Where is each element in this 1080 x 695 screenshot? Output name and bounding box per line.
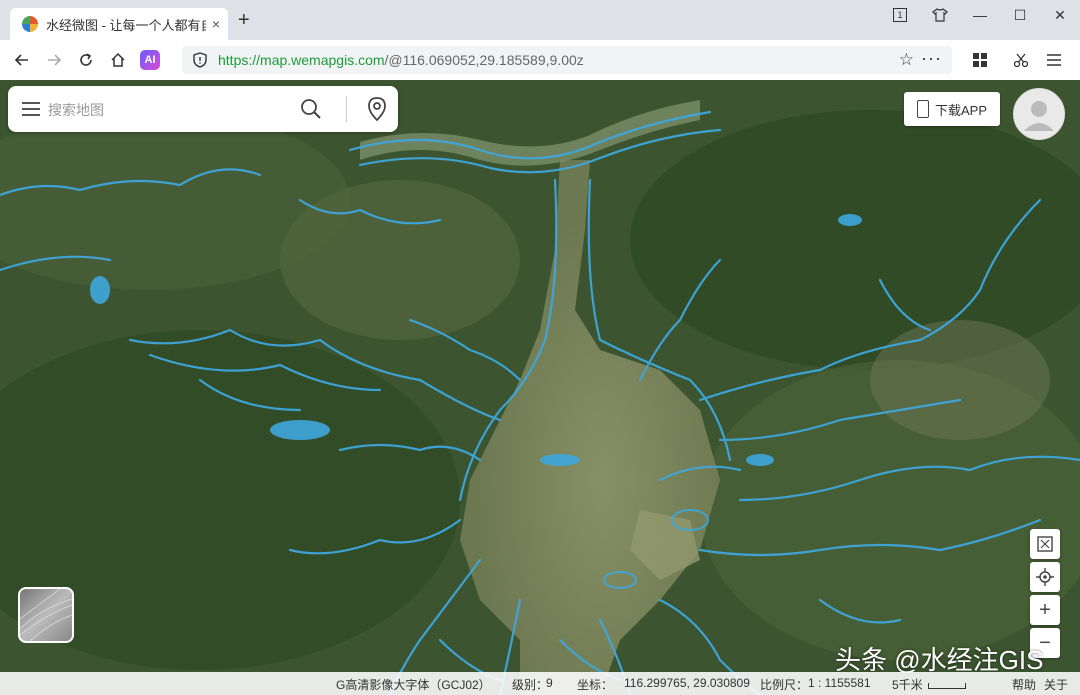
grid-icon — [973, 53, 987, 67]
level-value: 9 — [546, 676, 553, 690]
arrow-right-icon — [48, 54, 62, 66]
url-scheme: https:// — [218, 52, 261, 68]
location-pin-icon[interactable] — [364, 96, 390, 122]
home-button[interactable] — [106, 48, 130, 72]
scale-value: 1 : 1155581 — [808, 676, 871, 690]
search-divider — [346, 96, 347, 122]
tab-count: 1 — [893, 8, 907, 22]
shield-icon[interactable] — [192, 52, 208, 68]
arrow-left-icon — [14, 54, 28, 66]
download-app-button[interactable]: 下载APP — [904, 92, 1000, 126]
url-text[interactable]: https://map.wemapgis.com/@116.069052,29.… — [218, 52, 584, 68]
search-panel — [8, 86, 398, 132]
map-canvas[interactable] — [0, 80, 1080, 695]
menu-button[interactable] — [1042, 48, 1066, 72]
level-label: 级别： — [512, 678, 549, 692]
scissors-icon — [1013, 53, 1029, 68]
coord-label: 坐标： — [577, 678, 614, 692]
tab-title: 水经微图 - 让每一个人都有自 — [46, 17, 206, 33]
close-window-button[interactable]: ✕ — [1045, 4, 1075, 26]
browser-titlebar: 水经微图 - 让每一个人都有自 × + 1 — ☐ ✕ — [0, 0, 1080, 40]
extensions-button[interactable] — [968, 48, 992, 72]
layer-switcher-thumbnail[interactable] — [18, 587, 74, 643]
scale-label: 比例尺： — [760, 678, 809, 692]
shirt-icon — [932, 8, 948, 22]
help-link[interactable]: 帮助 — [1012, 676, 1036, 693]
back-button[interactable] — [10, 48, 34, 72]
locate-button[interactable] — [1030, 562, 1060, 592]
tab-close-icon[interactable]: × — [212, 16, 220, 32]
coord-value: 116.299765, 29.030809 — [624, 676, 750, 690]
scale-bar — [928, 683, 966, 689]
user-icon — [1024, 101, 1054, 131]
map-layer-icon — [20, 589, 72, 641]
browser-tab[interactable]: 水经微图 - 让每一个人都有自 × — [10, 8, 228, 40]
new-tab-button[interactable]: + — [238, 10, 250, 30]
user-avatar[interactable] — [1013, 88, 1065, 140]
search-input[interactable] — [46, 94, 290, 126]
phone-icon — [916, 100, 929, 118]
hamburger-icon — [1047, 54, 1061, 66]
forward-button[interactable] — [42, 48, 66, 72]
maximize-button[interactable]: ☐ — [1005, 4, 1035, 26]
satellite-imagery — [0, 80, 1080, 695]
bookmark-star-icon[interactable]: ☆ — [899, 50, 914, 70]
reload-button[interactable] — [74, 48, 98, 72]
layer-name: G高清影像大字体（GCJ02） — [336, 678, 491, 692]
site-favicon-icon — [22, 16, 38, 32]
screenshot-button[interactable] — [1009, 48, 1033, 72]
home-icon — [111, 52, 125, 67]
map-screenshot-button[interactable] — [1030, 529, 1060, 559]
about-link[interactable]: 关于 — [1044, 676, 1068, 693]
crosshair-icon — [1036, 568, 1054, 586]
download-app-label: 下载APP — [934, 102, 987, 118]
address-bar[interactable]: https://map.wemapgis.com/@116.069052,29.… — [182, 46, 952, 74]
minimize-button[interactable]: — — [965, 4, 995, 26]
url-host: map.wemapgis.com — [260, 52, 385, 68]
search-icon[interactable] — [300, 98, 322, 120]
ai-extension-button[interactable]: AI — [140, 50, 160, 70]
zoom-in-button[interactable]: + — [1030, 595, 1060, 625]
more-dots-icon[interactable]: ··· — [921, 48, 942, 69]
tab-count-button[interactable]: 1 — [885, 4, 915, 26]
map-statusbar: G高清影像大字体（GCJ02） 级别： 9 坐标： 116.299765, 29… — [0, 672, 1080, 695]
hamburger-menu-icon[interactable] — [22, 102, 40, 116]
reload-icon — [80, 53, 92, 66]
crop-icon — [1037, 536, 1053, 552]
scale-distance: 5千米 — [892, 678, 923, 692]
url-path: /@116.069052,29.185589,9.00z — [384, 52, 584, 68]
skin-button[interactable] — [925, 4, 955, 26]
